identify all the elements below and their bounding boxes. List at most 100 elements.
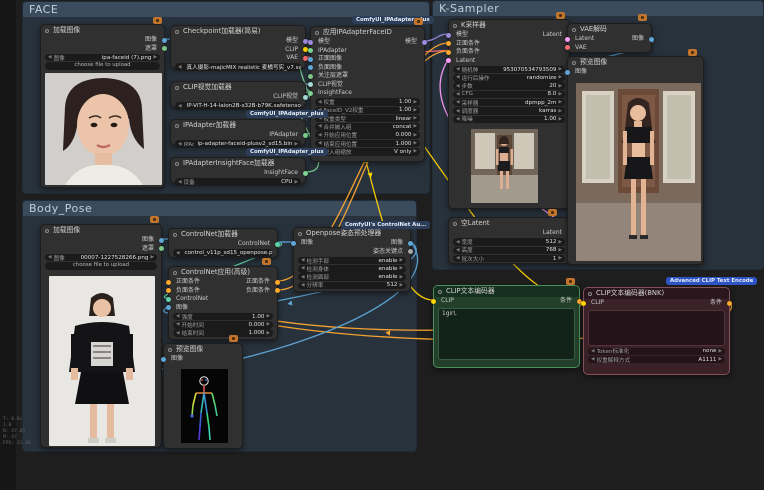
combo-next-icon[interactable] — [558, 117, 562, 122]
node-clip-text-encode-negative-bnk[interactable]: CLIP文本编码器(BNK) CLIP 条件 Token标准化 none 权重解释方… — [581, 287, 732, 375]
negative-prompt-textarea[interactable] — [588, 309, 725, 346]
node-graph-canvas[interactable]: FACE K-Sampler Body_Pose 加载图像 图像 遮罩 图像 ip… — [0, 0, 764, 490]
input-slot-insightface[interactable] — [308, 90, 314, 96]
input-slot-model[interactable] — [446, 32, 452, 38]
combo-next-icon[interactable] — [399, 266, 403, 271]
node-title-bar[interactable]: 预览图像 — [164, 344, 242, 355]
collapse-icon[interactable] — [175, 85, 179, 90]
node-title-bar[interactable]: ControlNet加载器 — [169, 229, 277, 240]
ipadapter-file-combo[interactable]: IPAdapter文件ip-adapter-faceid-plusv2_sd15… — [175, 140, 301, 148]
combo-next-icon[interactable] — [399, 283, 403, 288]
combo-prev-icon[interactable] — [318, 141, 322, 146]
combo-prev-icon[interactable] — [456, 248, 460, 253]
node-empty-latent[interactable]: 空Latent Latent 宽度 512 高度 768 批次大小 1 — [448, 217, 572, 264]
node-title-bar[interactable]: K采样器 — [449, 20, 569, 31]
combo-next-icon[interactable] — [399, 258, 403, 263]
combo-prev-icon[interactable] — [48, 55, 52, 60]
combo-next-icon[interactable] — [294, 180, 298, 185]
image-combo[interactable]: 图像 00007-1227528266.png — [45, 253, 157, 262]
collapse-icon[interactable] — [572, 27, 576, 32]
input-slot-negative[interactable] — [166, 288, 172, 294]
combo-next-icon[interactable] — [413, 149, 417, 154]
combine-embeds-widget[interactable]: 合并嵌入组 concat — [315, 123, 420, 131]
output-slot-clip-vision[interactable] — [302, 94, 308, 100]
collapse-icon[interactable] — [453, 221, 457, 226]
input-slot-image[interactable] — [291, 240, 297, 246]
node-controlnet-apply[interactable]: ControlNet应用(高级) 正面条件 正面条件 负面条件 负面条件 Contr… — [166, 266, 280, 340]
combo-prev-icon[interactable] — [456, 240, 460, 245]
upload-button[interactable]: choose file to upload — [45, 262, 157, 270]
node-checkpoint-loader[interactable]: Checkpoint加载器(简易) 模型 CLIP VAE 真人摄影-majic… — [170, 25, 308, 71]
collapse-icon[interactable] — [315, 30, 319, 35]
output-slot-image[interactable] — [158, 237, 164, 243]
combo-prev-icon[interactable] — [456, 100, 460, 105]
input-slot-image[interactable] — [565, 69, 571, 75]
collapse-icon[interactable] — [45, 228, 49, 233]
positive-prompt-textarea[interactable]: 1girl, — [438, 307, 575, 360]
combo-prev-icon[interactable] — [178, 65, 182, 70]
node-title-bar[interactable]: 加载图像 — [41, 25, 164, 36]
control-after-generate-widget[interactable]: 运行后操作 randomize — [453, 74, 565, 82]
start-at-widget[interactable]: 开始应用位置 0.000 — [315, 131, 420, 139]
combo-prev-icon[interactable] — [591, 357, 595, 362]
node-title-bar[interactable]: 应用IPAdapterFaceID — [311, 27, 424, 38]
combo-next-icon[interactable] — [558, 75, 562, 80]
node-title-bar[interactable]: 空Latent — [449, 218, 569, 229]
combo-prev-icon[interactable] — [456, 84, 460, 89]
combo-next-icon[interactable] — [718, 357, 722, 362]
token-normalization-widget[interactable]: Token标准化 none — [588, 347, 725, 355]
output-slot-image[interactable] — [648, 36, 654, 42]
input-slot-positive[interactable] — [166, 279, 172, 285]
cfg-widget[interactable]: CFG 8.0 — [453, 90, 565, 99]
node-load-image-face[interactable]: 加载图像 图像 遮罩 图像 ipa-faceid (7).png choose f… — [40, 24, 167, 188]
combo-prev-icon[interactable] — [301, 258, 305, 263]
input-slot-attn-mask[interactable] — [308, 73, 314, 79]
sampler-widget[interactable]: 采样器 dpmpp_2m — [453, 98, 565, 107]
input-slot-latent[interactable] — [446, 58, 452, 64]
node-clip-text-encode-positive[interactable]: CLIP文本编码器 CLIP 条件 1girl, — [431, 285, 582, 368]
node-clip-vision-loader[interactable]: CLIP视觉加载器 CLIP视觉 CLIP视觉IP-ViT-H-14-laion… — [170, 81, 308, 110]
combo-next-icon[interactable] — [558, 109, 562, 114]
combo-next-icon[interactable] — [294, 142, 298, 147]
combo-prev-icon[interactable] — [176, 331, 180, 336]
collapse-icon[interactable] — [453, 23, 457, 28]
collapse-icon[interactable] — [572, 60, 576, 65]
combo-next-icon[interactable] — [558, 92, 562, 97]
node-ipadapter-loader[interactable]: IPAdapter加载器 IPAdapter IPAdapter文件ip-ada… — [170, 119, 308, 148]
input-slot-positive[interactable] — [446, 41, 452, 47]
collapse-icon[interactable] — [173, 270, 177, 275]
combo-next-icon[interactable] — [153, 55, 157, 60]
combo-prev-icon[interactable] — [301, 266, 305, 271]
combo-next-icon[interactable] — [718, 349, 722, 354]
output-slot-insightface[interactable] — [302, 170, 308, 176]
output-slot-image[interactable] — [161, 37, 167, 43]
combo-next-icon[interactable] — [150, 255, 154, 260]
combo-prev-icon[interactable] — [318, 124, 322, 129]
output-slot-positive[interactable] — [274, 279, 280, 285]
combo-prev-icon[interactable] — [48, 255, 52, 260]
node-title-bar[interactable]: VAE解码 — [568, 24, 651, 35]
detect-body-widget[interactable]: 检测身体 enable — [298, 265, 406, 273]
combo-prev-icon[interactable] — [301, 283, 305, 288]
output-slot-ipadapter[interactable] — [302, 132, 308, 138]
combo-next-icon[interactable] — [558, 240, 562, 245]
combo-prev-icon[interactable] — [456, 92, 460, 97]
input-slot-image[interactable] — [166, 305, 172, 311]
combo-next-icon[interactable] — [558, 84, 562, 89]
combo-next-icon[interactable] — [413, 108, 417, 113]
combo-next-icon[interactable] — [558, 100, 562, 105]
combo-prev-icon[interactable] — [176, 322, 180, 327]
group-ksampler-title-band[interactable]: K-Sampler — [433, 1, 763, 16]
output-slot-model[interactable] — [421, 39, 427, 45]
input-slot-clip-vision[interactable] — [308, 82, 314, 88]
group-face-title-band[interactable]: FACE — [23, 2, 429, 17]
combo-next-icon[interactable] — [413, 141, 417, 146]
combo-next-icon[interactable] — [266, 314, 270, 319]
upload-button[interactable]: choose file to upload — [45, 62, 160, 70]
input-slot-negative[interactable] — [446, 49, 452, 55]
collapse-icon[interactable] — [438, 289, 442, 294]
combo-prev-icon[interactable] — [178, 104, 182, 109]
clip-vision-combo[interactable]: CLIP视觉IP-ViT-H-14-laion2B-s32B-b79K.safe… — [175, 102, 301, 110]
input-slot-ipadapter[interactable] — [308, 48, 314, 54]
input-slot-clip[interactable] — [431, 298, 437, 304]
